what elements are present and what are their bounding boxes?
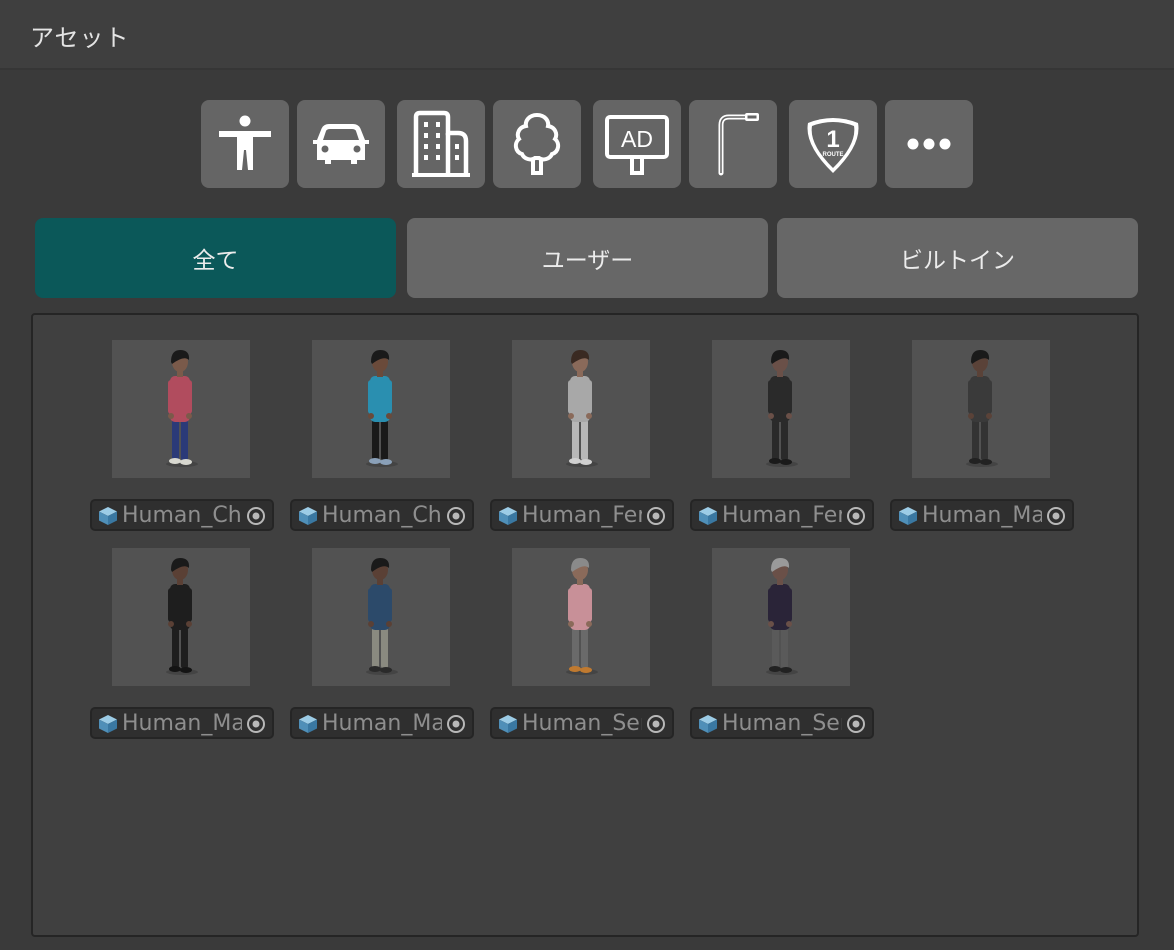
prefab-cube-icon: [499, 715, 517, 733]
category-building-button[interactable]: [397, 100, 485, 188]
object-picker-icon[interactable]: [1046, 506, 1066, 526]
object-picker-icon[interactable]: [646, 714, 666, 734]
asset-name: Human_Female_02: [722, 503, 842, 528]
asset-object-field[interactable]: Human_Female_02: [690, 499, 874, 531]
category-bar: AD 1 ROUTE: [0, 100, 1174, 188]
category-person-button[interactable]: [201, 100, 289, 188]
character-figure: [566, 558, 598, 675]
prefab-cube-icon: [499, 507, 517, 525]
asset-name: Human_Female_01: [522, 503, 642, 528]
asset-thumbnail[interactable]: [312, 340, 450, 478]
prefab-cube-icon: [699, 507, 717, 525]
prefab-cube-icon: [99, 715, 117, 733]
asset-thumbnail[interactable]: [312, 548, 450, 686]
asset-name: Human_Senior_Female: [522, 711, 642, 736]
asset-object-field[interactable]: Human_Female_01: [490, 499, 674, 531]
character-figure: [966, 350, 998, 467]
character-figure: [766, 350, 798, 467]
car-icon: [313, 124, 369, 164]
object-picker-icon[interactable]: [846, 714, 866, 734]
building-icon: [412, 110, 470, 177]
source-tabs: 全て ユーザー ビルトイン: [0, 218, 1174, 298]
panel-header: アセット: [0, 0, 1174, 70]
route-sign-icon: 1 ROUTE: [807, 118, 859, 173]
asset-grid: Human_Child_Female Human_Child_Male Human_…: [31, 313, 1139, 937]
route-word-text: ROUTE: [823, 152, 844, 158]
character-figure: [366, 558, 398, 675]
category-vehicle-button[interactable]: [297, 100, 385, 188]
prefab-cube-icon: [899, 507, 917, 525]
tab-builtin[interactable]: ビルトイン: [777, 218, 1138, 298]
tree-icon: [513, 112, 561, 175]
prefab-cube-icon: [299, 715, 317, 733]
prefab-cube-icon: [299, 507, 317, 525]
character-figure: [766, 558, 798, 675]
prefab-cube-icon: [99, 507, 117, 525]
tab-all[interactable]: 全て: [35, 218, 396, 298]
more-icon: [907, 138, 951, 150]
asset-object-field[interactable]: Human_Male_01: [890, 499, 1074, 531]
asset-thumbnail[interactable]: [112, 340, 250, 478]
panel-title: アセット: [30, 24, 130, 52]
asset-object-field[interactable]: Human_Male_03: [290, 707, 474, 739]
street-lamp-icon: [718, 113, 759, 176]
asset-object-field[interactable]: Human_Senior_Female: [490, 707, 674, 739]
object-picker-icon[interactable]: [246, 714, 266, 734]
asset-name: Human_Male_03: [322, 711, 442, 736]
object-picker-icon[interactable]: [446, 714, 466, 734]
asset-thumbnail[interactable]: [712, 340, 850, 478]
asset-panel: アセット AD 1 ROUTE 全て ユーザー ビルトイン Human_Chi …: [0, 0, 1174, 950]
asset-object-field[interactable]: Human_Male_02: [90, 707, 274, 739]
category-tree-button[interactable]: [493, 100, 581, 188]
person-icon: [219, 115, 271, 170]
category-more-button[interactable]: [885, 100, 973, 188]
character-figure: [366, 350, 398, 467]
asset-name: Human_Child_Female: [122, 503, 242, 528]
object-picker-icon[interactable]: [846, 506, 866, 526]
asset-object-field[interactable]: Human_Child_Male: [290, 499, 474, 531]
category-street-lamp-button[interactable]: [689, 100, 777, 188]
asset-thumbnail[interactable]: [912, 340, 1050, 478]
asset-thumbnail[interactable]: [512, 548, 650, 686]
asset-name: Human_Senior_Male: [722, 711, 842, 736]
route-number-text: 1: [826, 126, 839, 153]
category-route-sign-button[interactable]: 1 ROUTE: [789, 100, 877, 188]
prefab-cube-icon: [699, 715, 717, 733]
billboard-ad-icon: AD: [605, 115, 669, 175]
asset-thumbnail[interactable]: [512, 340, 650, 478]
object-picker-icon[interactable]: [646, 506, 666, 526]
billboard-ad-text: AD: [621, 126, 653, 152]
asset-object-field[interactable]: Human_Senior_Male: [690, 707, 874, 739]
object-picker-icon[interactable]: [446, 506, 466, 526]
tab-user[interactable]: ユーザー: [407, 218, 768, 298]
object-picker-icon[interactable]: [246, 506, 266, 526]
character-figure: [166, 350, 198, 467]
asset-thumbnail[interactable]: [112, 548, 250, 686]
asset-thumbnail[interactable]: [712, 548, 850, 686]
asset-name: Human_Male_02: [122, 711, 242, 736]
character-figure: [166, 558, 198, 675]
asset-name: Human_Child_Male: [322, 503, 442, 528]
category-billboard-button[interactable]: AD: [593, 100, 681, 188]
asset-object-field[interactable]: Human_Child_Female: [90, 499, 274, 531]
asset-name: Human_Male_01: [922, 503, 1042, 528]
character-figure: [566, 350, 598, 467]
